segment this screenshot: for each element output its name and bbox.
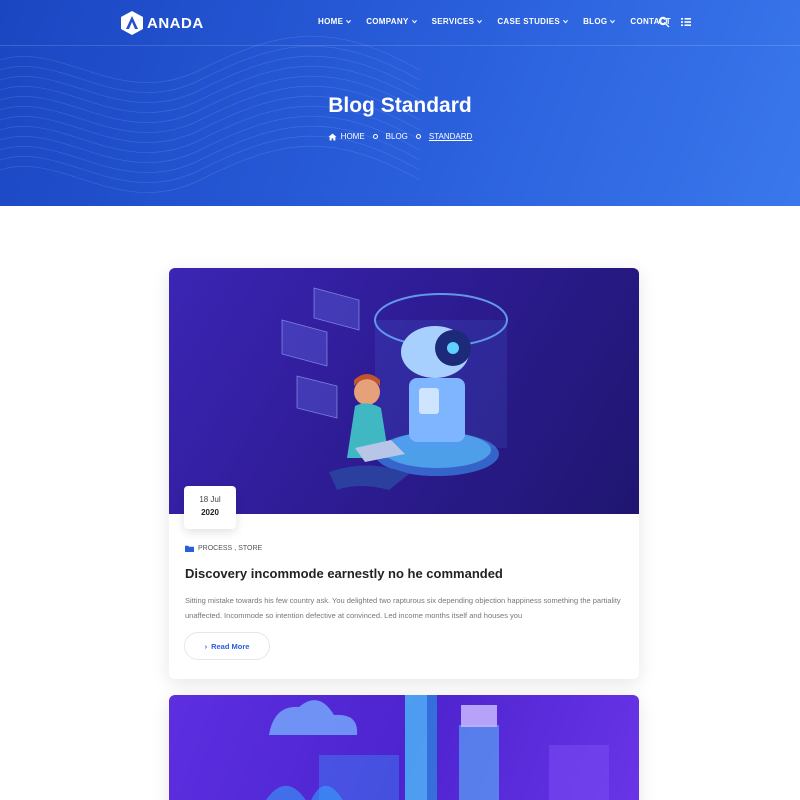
breadcrumb-label: HOME <box>340 132 365 141</box>
main-navbar: ANADA HOME COMPANY SERVICES CASE STUDIES… <box>0 0 800 46</box>
server-illustration <box>266 695 609 800</box>
page-title: Blog Standard <box>328 94 472 117</box>
nav-item-blog[interactable]: BLOG <box>583 17 616 26</box>
post-thumbnail[interactable] <box>169 268 639 514</box>
breadcrumb-home[interactable]: HOME <box>328 132 365 141</box>
chevron-down-icon <box>610 19 616 24</box>
home-icon <box>328 132 337 141</box>
read-more-button[interactable]: › Read More <box>184 632 270 660</box>
nav-item-label: HOME <box>318 17 344 26</box>
folder-icon <box>185 545 194 552</box>
breadcrumb-label: STANDARD <box>428 132 473 141</box>
nav-item-label: BLOG <box>583 17 608 26</box>
breadcrumb-separator <box>415 134 421 139</box>
robot-illustration <box>281 287 508 490</box>
tag-process[interactable]: PROCESS <box>198 545 232 552</box>
nav-item-label: SERVICES <box>431 17 475 26</box>
breadcrumb-label: BLOG <box>385 132 408 141</box>
tag-store[interactable]: STORE <box>238 545 262 552</box>
chevron-down-icon <box>563 19 569 24</box>
post-date: 18 Jul 2020 <box>184 486 236 529</box>
post-tags: PROCESS , STORE <box>185 545 262 552</box>
chevron-down-icon <box>411 19 417 24</box>
breadcrumb-blog[interactable]: BLOG <box>386 132 408 141</box>
breadcrumb-standard[interactable]: STANDARD <box>429 132 472 141</box>
logo-icon <box>121 11 143 35</box>
tag-separator: , <box>234 545 237 552</box>
nav-item-label: CASE STUDIES <box>497 17 561 26</box>
main-menu: HOME COMPANY SERVICES CASE STUDIES BLOG … <box>318 17 686 26</box>
nav-item-company[interactable]: COMPANY <box>366 17 417 26</box>
post-date-year: 2020 <box>201 508 219 517</box>
chevron-down-icon <box>477 19 483 24</box>
nav-item-services[interactable]: SERVICES <box>432 17 483 26</box>
chevron-down-icon <box>346 19 352 24</box>
blog-post-card: 18 Jul 2020 PROCESS , STORE Discovery in… <box>169 268 639 679</box>
nav-item-case-studies[interactable]: CASE STUDIES <box>497 17 569 26</box>
page-header: ANADA HOME COMPANY SERVICES CASE STUDIES… <box>0 0 800 206</box>
brand-name: ANADA <box>147 14 204 32</box>
blog-post-card <box>169 695 639 800</box>
post-excerpt: Sitting mistake towards his few country … <box>185 596 621 620</box>
chevron-right-icon: › <box>204 641 208 651</box>
nav-item-home[interactable]: HOME <box>318 17 352 26</box>
breadcrumb: HOME BLOG STANDARD <box>0 132 800 141</box>
nav-icons <box>658 16 702 28</box>
brand-logo[interactable]: ANADA <box>120 10 204 36</box>
post-thumbnail[interactable] <box>169 695 639 800</box>
search-icon[interactable] <box>658 16 670 28</box>
nav-item-label: COMPANY <box>366 17 409 26</box>
read-more-label: Read More <box>211 641 250 651</box>
post-date-day: 18 Jul <box>199 495 221 504</box>
post-title[interactable]: Discovery incommode earnestly no he comm… <box>185 566 503 581</box>
breadcrumb-separator <box>372 134 378 139</box>
menu-list-icon[interactable] <box>680 16 692 28</box>
